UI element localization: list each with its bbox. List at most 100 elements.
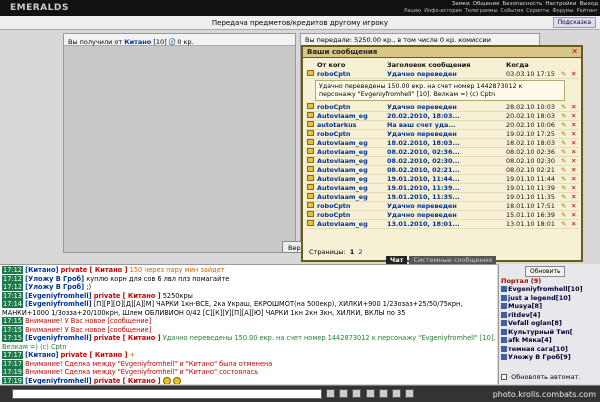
chat-time[interactable]: 17:15 bbox=[2, 334, 24, 342]
message-row[interactable]: Autovlaam_eg 19.01.2010, 11:44... 19.01.10… bbox=[305, 175, 579, 184]
chat-nick[interactable]: [Уложу В Гроб] bbox=[25, 275, 84, 283]
delete-icon[interactable]: ✕ bbox=[571, 70, 576, 78]
chat-nick[interactable]: [Уложу В Гроб] bbox=[25, 283, 84, 291]
user-item[interactable]: ritdev[4] bbox=[501, 311, 599, 320]
chat-private[interactable]: private [ Китано ] bbox=[61, 266, 128, 274]
message-from[interactable]: Autovlaam_eg bbox=[317, 175, 368, 183]
chat-time[interactable]: 17:12 bbox=[2, 274, 24, 283]
message-row[interactable]: Autovlaam_eg 18.02.2010, 18:03... 18.02.10… bbox=[305, 139, 579, 148]
message-row[interactable]: Autovlaam_eg 08.02.2010, 02:30... 08.02.10… bbox=[305, 157, 579, 166]
message-subject[interactable]: 19.01.2010, 11:44... bbox=[387, 175, 460, 183]
chat-nick[interactable]: [Китано] bbox=[25, 351, 58, 359]
message-from[interactable]: Autovlaam_eg bbox=[317, 112, 368, 120]
reply-icon[interactable]: ✎ bbox=[561, 103, 566, 111]
message-from[interactable]: Autovlaam_eg bbox=[317, 184, 368, 192]
submenu-item[interactable]: Инфо-история bbox=[424, 8, 462, 14]
delete-icon[interactable]: ✕ bbox=[571, 130, 576, 138]
settings-icon[interactable] bbox=[392, 389, 402, 398]
reply-icon[interactable]: ✎ bbox=[561, 166, 566, 174]
message-subject[interactable]: 08.02.2010, 02:36... bbox=[387, 148, 460, 156]
delete-icon[interactable]: ✕ bbox=[571, 193, 576, 201]
message-row[interactable]: Autovlaam_eg 20.02.2010, 18:03... 20.02.10… bbox=[305, 112, 579, 121]
submenu-item[interactable]: Скрипты bbox=[526, 8, 549, 14]
chat-nick[interactable]: [Evgeniyfromhell] bbox=[25, 334, 91, 342]
chat-time[interactable]: 17:15 bbox=[2, 325, 24, 334]
user-name[interactable]: Musya[8] bbox=[508, 302, 542, 310]
user-item[interactable]: темная сага[10] bbox=[501, 345, 599, 354]
reply-icon[interactable]: ✎ bbox=[561, 175, 566, 183]
menu-item[interactable]: Общение bbox=[473, 1, 500, 7]
user-name[interactable]: afk Мяка[4] bbox=[508, 336, 552, 344]
chat-time[interactable]: 17:12 bbox=[2, 283, 24, 291]
smile-icon[interactable] bbox=[365, 389, 375, 398]
reply-icon[interactable]: ✎ bbox=[561, 121, 566, 129]
chat-input[interactable] bbox=[12, 389, 322, 399]
message-subject[interactable]: Удачно переведен bbox=[387, 130, 457, 138]
chat-time[interactable]: 17:12 bbox=[2, 266, 24, 274]
page-link[interactable]: 1 bbox=[350, 248, 355, 256]
chat-private[interactable]: private [ Китано ] bbox=[94, 377, 161, 385]
message-from[interactable]: Autovlaam_eg bbox=[317, 220, 368, 228]
message-row[interactable]: roboCptn Удачно переведен 28.02.10 10:03 ✎ ✕ bbox=[305, 103, 579, 112]
message-row[interactable]: Autovlaam_eg 08.02.2010, 02:36... 08.02.10… bbox=[305, 148, 579, 157]
reply-icon[interactable]: ✎ bbox=[561, 112, 566, 120]
user-name[interactable]: темная сага[10] bbox=[508, 345, 568, 353]
message-subject[interactable]: 19.01.2010, 11:39... bbox=[387, 184, 460, 192]
received-name[interactable]: Китано bbox=[124, 38, 151, 46]
delete-icon[interactable]: ✕ bbox=[571, 211, 576, 219]
auto-update-checkbox[interactable] bbox=[501, 374, 507, 380]
reply-icon[interactable]: ✎ bbox=[561, 220, 566, 228]
filter-icon[interactable] bbox=[352, 389, 362, 398]
chat-private[interactable]: private [ Китано ] bbox=[61, 351, 128, 359]
message-from[interactable]: roboCptn bbox=[317, 211, 350, 219]
menu-item[interactable]: Выход bbox=[579, 1, 598, 7]
delete-icon[interactable]: ✕ bbox=[571, 166, 576, 174]
message-row[interactable]: Autovlaam_eg 19.01.2010, 11:35... 19.01.10… bbox=[305, 193, 579, 202]
save-icon[interactable] bbox=[378, 389, 388, 398]
user-item[interactable]: just a legend[10] bbox=[501, 294, 599, 303]
message-subject[interactable]: 19.01.2010, 11:35... bbox=[387, 193, 460, 201]
delete-icon[interactable]: ✕ bbox=[571, 220, 576, 228]
reply-icon[interactable]: ✎ bbox=[561, 211, 566, 219]
message-subject[interactable]: Удачно переведен bbox=[387, 202, 457, 210]
clear-icon[interactable] bbox=[339, 389, 349, 398]
chat-time[interactable]: 17:19 bbox=[2, 376, 24, 384]
delete-icon[interactable]: ✕ bbox=[571, 148, 576, 156]
submenu-item[interactable]: Форумы bbox=[552, 8, 573, 14]
delete-icon[interactable]: ✕ bbox=[571, 175, 576, 183]
message-subject[interactable]: 20.02.2010, 18:03... bbox=[387, 112, 460, 120]
delete-icon[interactable]: ✕ bbox=[571, 139, 576, 147]
chat-time[interactable]: 17:17 bbox=[2, 351, 24, 359]
submenu-item[interactable]: Рацию bbox=[404, 8, 421, 14]
send-icon[interactable] bbox=[326, 389, 335, 398]
message-subject[interactable]: Удачно переведен bbox=[387, 211, 457, 219]
reply-icon[interactable]: ✎ bbox=[561, 70, 566, 78]
message-from[interactable]: autotarkus bbox=[317, 121, 356, 129]
message-from[interactable]: Autovlaam_eg bbox=[317, 193, 368, 201]
menu-item[interactable]: Безопасность bbox=[503, 1, 543, 7]
user-name[interactable]: ritdev[4] bbox=[508, 311, 540, 319]
message-row[interactable]: roboCptn Удачно переведен 15.01.10 16:39 ✎ ✕ bbox=[305, 211, 579, 220]
chat-time[interactable]: 17:13 bbox=[2, 291, 24, 300]
message-row[interactable]: roboCptn Удачно переведен 18.01.10 17:51 ✎ ✕ bbox=[305, 202, 579, 211]
info-icon[interactable]: ⓘ bbox=[169, 38, 176, 46]
message-from[interactable]: Autovlaam_eg bbox=[317, 166, 368, 174]
message-from[interactable]: Autovlaam_eg bbox=[317, 157, 368, 165]
reply-icon[interactable]: ✎ bbox=[561, 130, 566, 138]
delete-icon[interactable]: ✕ bbox=[571, 121, 576, 129]
message-row[interactable]: roboCptn Удачно переведен 19.02.10 17:25 ✎ ✕ bbox=[305, 130, 579, 139]
delete-icon[interactable]: ✕ bbox=[571, 112, 576, 120]
auto-update[interactable]: Обновлять автомат. bbox=[501, 373, 580, 381]
exit-icon[interactable] bbox=[405, 389, 415, 398]
delete-icon[interactable]: ✕ bbox=[571, 184, 576, 192]
message-from[interactable]: roboCptn bbox=[317, 70, 350, 78]
chat-time[interactable]: 17:14 bbox=[2, 300, 24, 308]
user-name[interactable]: Культурный Тип[ bbox=[508, 328, 573, 336]
reply-icon[interactable]: ✎ bbox=[561, 193, 566, 201]
reply-icon[interactable]: ✎ bbox=[561, 139, 566, 147]
chat-nick[interactable]: [Evgeniyfromhell] bbox=[25, 377, 91, 385]
user-item[interactable]: Evgeniyfromhell[10] bbox=[501, 285, 599, 294]
message-row[interactable]: Autovlaam_eg 08.02.2010, 02:21... 08.02.10… bbox=[305, 166, 579, 175]
delete-icon[interactable]: ✕ bbox=[571, 103, 576, 111]
user-name[interactable]: Evgeniyfromhell[10] bbox=[508, 285, 583, 293]
